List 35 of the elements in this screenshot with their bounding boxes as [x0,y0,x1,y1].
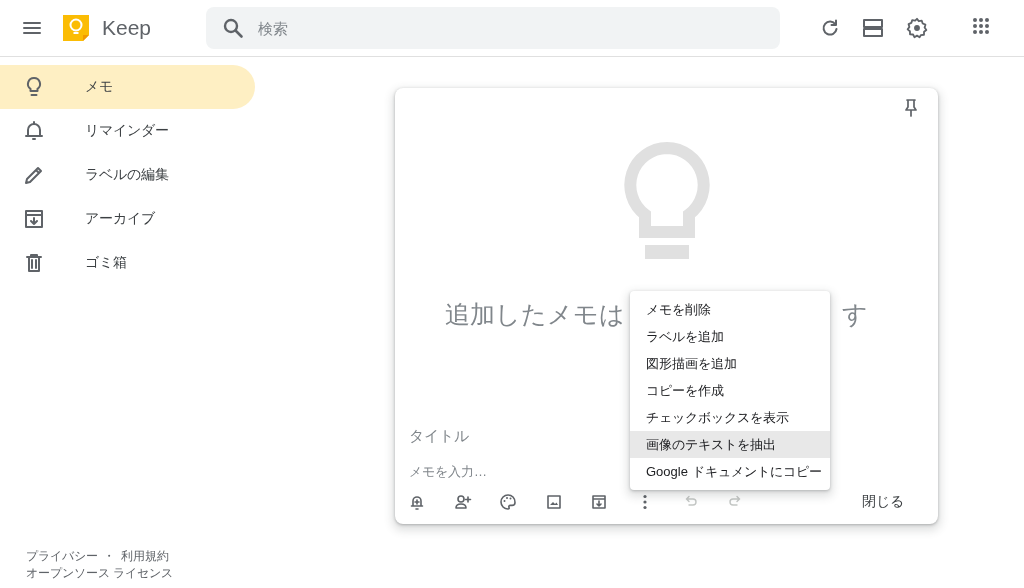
menu-item[interactable]: コピーを作成 [630,377,830,404]
add-person-icon[interactable] [453,493,472,511]
search-icon [222,17,244,39]
footer-link[interactable]: オープンソース ライセンス [26,566,174,580]
sidebar-item[interactable]: ラベルの編集 [0,153,255,197]
pin-icon[interactable] [902,98,920,118]
empty-message: す [842,299,868,330]
list-view-icon[interactable] [862,18,884,38]
archive-icon[interactable] [590,493,608,511]
menu-item[interactable]: ラベルを追加 [630,323,830,350]
menu-item[interactable]: 画像のテキストを抽出 [630,431,830,458]
logo-icon [60,12,92,44]
bell-icon [22,119,46,143]
menu-item[interactable]: チェックボックスを表示 [630,404,830,431]
menu-item[interactable]: 図形描画を追加 [630,350,830,377]
archive-icon [22,207,46,231]
sidebar-item[interactable]: リマインダー [0,109,255,153]
footer-link[interactable]: 利用規約 [120,549,169,563]
refresh-icon[interactable] [820,18,840,38]
sidebar-item[interactable]: ゴミ箱 [0,241,255,285]
menu-item[interactable]: メモを削除 [630,296,830,323]
image-icon[interactable] [544,493,563,511]
palette-icon[interactable] [499,493,517,511]
reminder-icon[interactable] [408,493,426,511]
app-name: Keep [102,16,152,40]
apps-icon[interactable] [972,17,990,35]
empty-message: 追加したメモは [445,299,625,330]
settings-icon[interactable] [906,17,928,39]
separator: ・ [102,549,117,563]
close-button[interactable]: 閉じる [850,487,916,517]
sidebar-item[interactable]: メモ [0,65,255,109]
menu-item[interactable]: Google ドキュメントにコピー [630,458,830,485]
sidebar-item[interactable]: アーカイブ [0,197,255,241]
search-field[interactable]: 検索 [206,7,780,49]
footer-link[interactable]: プライバシー [26,549,98,563]
